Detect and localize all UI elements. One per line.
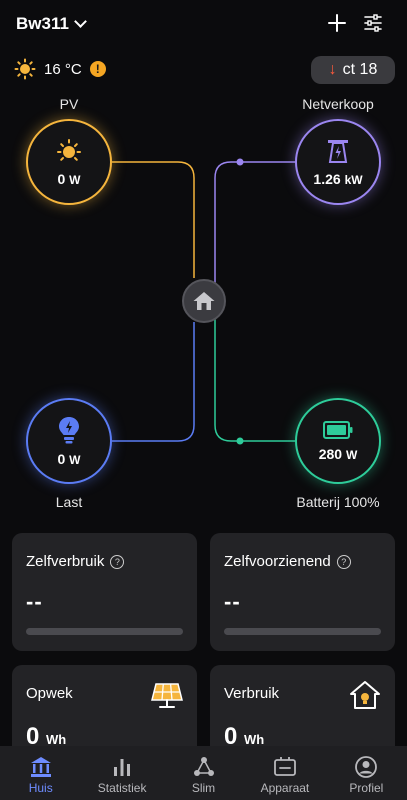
profile-icon	[355, 756, 378, 778]
battery-flow-dot	[236, 437, 244, 445]
tab-statistics[interactable]: Statistiek	[81, 746, 162, 800]
self-sufficiency-card[interactable]: Zelfvoorzienend ? --	[210, 533, 395, 651]
stats-icon	[114, 759, 131, 776]
tab-device-label: Apparaat	[260, 781, 310, 795]
power-tower-icon	[328, 140, 348, 163]
load-node[interactable]: 0 W	[26, 398, 112, 484]
sun-icon	[57, 139, 81, 161]
pv-node[interactable]: 0 W	[26, 119, 112, 205]
tab-home[interactable]: Huis	[0, 746, 81, 800]
grid-flow-line	[214, 161, 295, 300]
solar-panel-icon	[151, 683, 183, 708]
tab-profile[interactable]: Profiel	[326, 746, 407, 800]
battery-icon	[323, 421, 353, 439]
pv-label: PV	[59, 96, 79, 112]
load-flow-line	[112, 322, 195, 442]
self-sufficiency-value: --	[224, 589, 241, 614]
tab-home-label: Huis	[28, 781, 53, 795]
load-value: 0 W	[57, 451, 81, 467]
battery-flow-line	[214, 300, 295, 442]
tab-statistics-label: Statistiek	[97, 781, 147, 795]
help-icon[interactable]: ?	[336, 554, 351, 569]
help-icon[interactable]: ?	[110, 554, 125, 569]
self-sufficiency-title: Zelfvoorzienend	[224, 553, 331, 570]
smart-icon	[193, 757, 214, 776]
grid-label: Netverkoop	[302, 96, 374, 112]
home-icon	[30, 757, 51, 777]
house-bulb-icon	[350, 681, 380, 709]
self-use-card[interactable]: Zelfverbruik ? --	[12, 533, 197, 651]
self-use-progress-bar	[26, 628, 183, 635]
self-use-value: --	[26, 589, 43, 614]
grid-flow-dot	[236, 158, 244, 166]
house-icon	[193, 292, 215, 310]
device-icon	[274, 757, 296, 776]
battery-label: Batterij 100%	[296, 494, 380, 510]
consumption-title: Verbruik	[224, 685, 280, 702]
battery-value: 280 W	[318, 446, 358, 462]
home-hub[interactable]	[182, 279, 226, 323]
pv-flow-line	[112, 161, 195, 278]
load-label: Last	[55, 494, 83, 510]
self-use-title: Zelfverbruik	[26, 553, 105, 570]
lightbulb-icon	[59, 417, 79, 444]
tab-device[interactable]: Apparaat	[244, 746, 325, 800]
pv-value: 0 W	[57, 171, 81, 187]
grid-node[interactable]: 1.26 kW	[295, 119, 381, 205]
bottom-tab-bar: Huis Statistiek Slim Apparaat Profiel	[0, 746, 407, 800]
grid-value: 1.26 kW	[313, 171, 363, 187]
tab-smart[interactable]: Slim	[163, 746, 244, 800]
tab-smart-label: Slim	[191, 781, 216, 795]
tab-profile-label: Profiel	[349, 781, 384, 795]
self-sufficiency-progress-bar	[224, 628, 381, 635]
battery-node[interactable]: 280 W	[295, 398, 381, 484]
generation-title: Opwek	[26, 685, 73, 702]
